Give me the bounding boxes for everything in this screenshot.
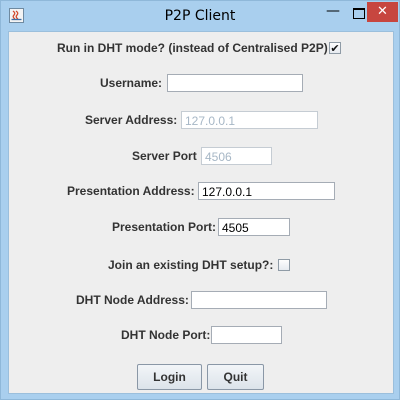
username-input[interactable] xyxy=(167,74,303,92)
join-dht-checkbox[interactable] xyxy=(278,259,290,271)
dht-node-port-label: DHT Node Port: xyxy=(121,328,211,342)
presentation-address-label: Presentation Address: xyxy=(67,184,195,198)
dht-node-port-input[interactable] xyxy=(211,326,282,344)
username-label: Username: xyxy=(100,76,163,90)
app-window: P2P Client — ✕ Run in DHT mode? (instead… xyxy=(0,0,400,400)
server-address-label: Server Address: xyxy=(85,113,178,127)
dht-mode-checkbox[interactable]: ✔ xyxy=(329,42,341,54)
dht-mode-label: Run in DHT mode? (instead of Centralised… xyxy=(57,41,328,55)
server-port-row: Server Port 4506 xyxy=(9,145,393,167)
dht-node-address-input[interactable] xyxy=(191,291,327,309)
title-bar[interactable]: P2P Client — ✕ xyxy=(1,1,399,31)
close-button[interactable]: ✕ xyxy=(367,2,398,22)
dht-node-port-row: DHT Node Port: xyxy=(9,324,393,346)
presentation-port-row: Presentation Port: 4505 xyxy=(9,216,393,238)
form-panel: Run in DHT mode? (instead of Centralised… xyxy=(8,31,394,394)
presentation-port-input[interactable]: 4505 xyxy=(218,218,290,236)
minimize-icon: — xyxy=(326,3,340,19)
quit-button[interactable]: Quit xyxy=(207,364,264,390)
dht-node-address-row: DHT Node Address: xyxy=(9,289,393,311)
dht-mode-row: Run in DHT mode? (instead of Centralised… xyxy=(9,37,393,59)
username-row: Username: xyxy=(9,72,393,94)
presentation-address-row: Presentation Address: 127.0.0.1 xyxy=(9,180,393,202)
presentation-address-input[interactable]: 127.0.0.1 xyxy=(198,182,335,200)
join-dht-row: Join an existing DHT setup?: xyxy=(9,254,393,276)
server-address-row: Server Address: 127.0.0.1 xyxy=(9,109,393,131)
dht-node-address-label: DHT Node Address: xyxy=(76,293,189,307)
server-port-input[interactable]: 4506 xyxy=(201,147,272,165)
checkmark-icon: ✔ xyxy=(330,42,340,55)
server-address-input[interactable]: 127.0.0.1 xyxy=(181,111,318,129)
maximize-icon xyxy=(353,8,365,19)
close-icon: ✕ xyxy=(377,4,388,19)
login-button[interactable]: Login xyxy=(137,364,202,390)
server-port-label: Server Port xyxy=(132,149,197,163)
minimize-button[interactable]: — xyxy=(320,3,346,23)
join-dht-label: Join an existing DHT setup?: xyxy=(108,258,274,272)
presentation-port-label: Presentation Port: xyxy=(112,220,217,234)
